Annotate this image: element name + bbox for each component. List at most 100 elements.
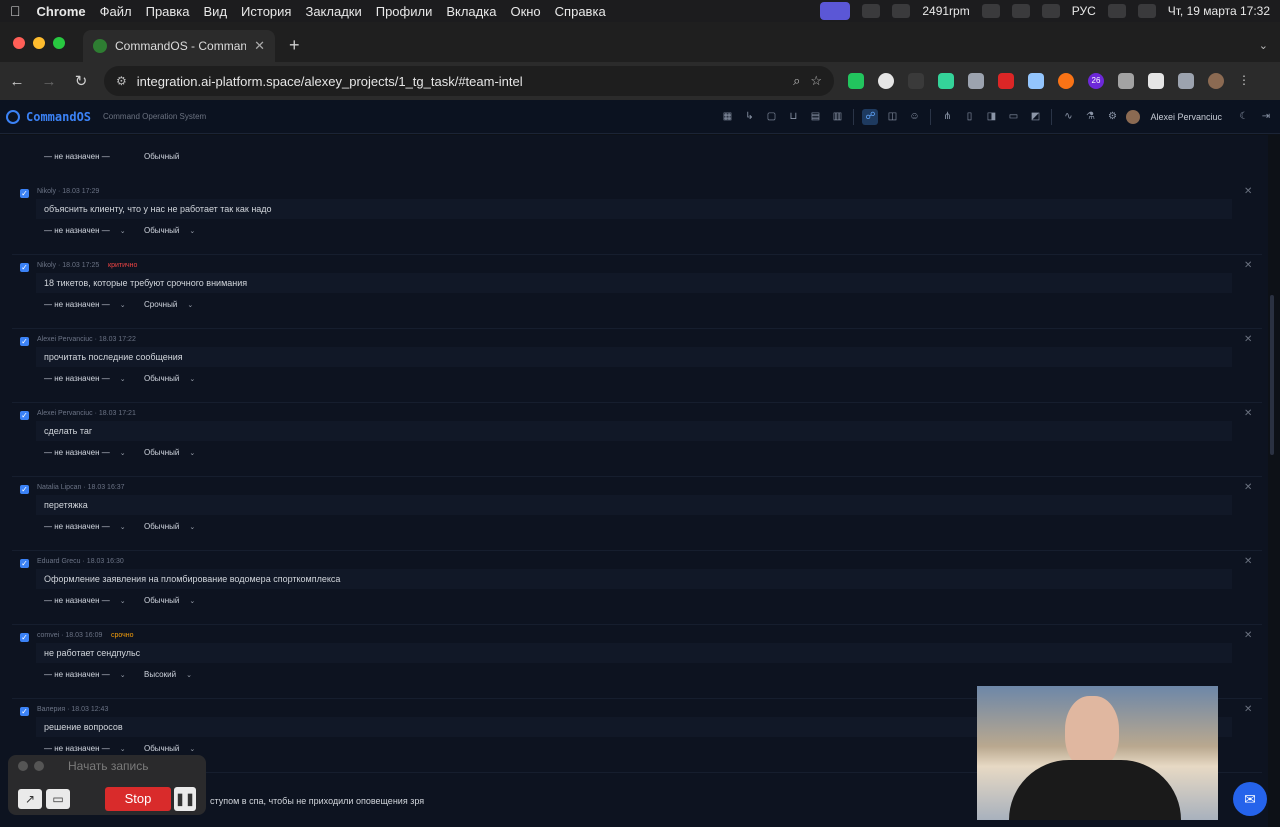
assignee-dropdown[interactable]: — не назначен — ⌄	[44, 596, 126, 610]
zoom-window-button[interactable]	[53, 37, 65, 49]
settings-icon[interactable]: ⚙	[1104, 109, 1120, 125]
delete-task-icon[interactable]: ✕	[1244, 482, 1252, 493]
menu-app-name[interactable]: Chrome	[37, 4, 86, 19]
task-checkbox[interactable]: ✓	[20, 559, 29, 568]
fan-rpm-readout[interactable]: 2491rpm	[922, 4, 969, 18]
chat-extension-icon[interactable]	[878, 73, 894, 89]
minimize-window-button[interactable]	[33, 37, 45, 49]
menu-window[interactable]: Окно	[510, 4, 540, 19]
s-extension-icon[interactable]	[998, 73, 1014, 89]
priority-dropdown[interactable]: Срочный ⌄	[144, 300, 193, 314]
menu-help[interactable]: Справка	[555, 4, 606, 19]
user-name[interactable]: Alexei Pervanciuc	[1150, 112, 1222, 122]
menu-tab[interactable]: Вкладка	[446, 4, 496, 19]
input-language[interactable]: РУС	[1072, 4, 1096, 18]
tray-cube-icon[interactable]	[862, 4, 881, 18]
tray-feather-icon[interactable]	[892, 4, 911, 18]
assignee-dropdown[interactable]: — не назначен — ⌄	[44, 522, 126, 536]
assignee-dropdown[interactable]: — не назначен — ⌄	[44, 300, 126, 314]
control-center-icon[interactable]	[1137, 4, 1156, 18]
task-checkbox[interactable]: ✓	[20, 633, 29, 642]
site-info-icon[interactable]: ⚙	[116, 74, 127, 88]
p-extension-icon[interactable]	[1148, 73, 1164, 89]
theme-moon-icon[interactable]: ☾	[1236, 109, 1252, 125]
task-text[interactable]: прочитать последние сообщения	[36, 347, 1232, 367]
recorder-minimize-button[interactable]	[34, 761, 44, 771]
calendar-icon[interactable]: ▤	[807, 109, 823, 125]
menu-profiles[interactable]: Профили	[376, 4, 433, 19]
folder-extension-icon[interactable]	[1118, 73, 1134, 89]
note-icon[interactable]: ▢	[763, 109, 779, 125]
delete-task-icon[interactable]: ✕	[1244, 186, 1252, 197]
assignee-dropdown[interactable]: — не назначен — ⌄	[44, 448, 126, 462]
pause-button[interactable]: ❚❚	[174, 787, 196, 811]
task-row[interactable]: ✓ Nikoly · 18.03 17:25 критично 18 тикетов,…	[12, 255, 1262, 329]
archive-icon[interactable]: ▭	[1005, 109, 1021, 125]
assignee-dropdown[interactable]: — не назначен — ⌄	[44, 226, 126, 240]
assignee-dropdown[interactable]: — не назначен —	[44, 152, 110, 161]
profile-avatar[interactable]	[1208, 73, 1224, 89]
menu-file[interactable]: Файл	[100, 4, 132, 19]
shield-blue-extension-icon[interactable]	[1028, 73, 1044, 89]
task-checkbox[interactable]: ✓	[20, 189, 29, 198]
menu-view[interactable]: Вид	[204, 4, 228, 19]
task-checkbox[interactable]: ✓	[20, 263, 29, 272]
task-row[interactable]: ✓ Nikoly · 18.03 17:29 объяснить клиенту, …	[12, 181, 1262, 255]
clock[interactable]: Чт, 19 марта 17:32	[1168, 4, 1270, 18]
screen-record-icon[interactable]	[820, 2, 851, 20]
chat-button[interactable]: ✉	[1233, 782, 1267, 816]
priority-dropdown[interactable]: Обычный ⌄	[144, 596, 195, 610]
cart-icon[interactable]: ⊔	[785, 109, 801, 125]
zoom-search-icon[interactable]: ⌕	[793, 73, 800, 89]
battery-icon[interactable]	[1107, 4, 1126, 18]
forward-icon[interactable]: →	[40, 73, 58, 90]
task-checkbox[interactable]: ✓	[20, 485, 29, 494]
close-window-button[interactable]	[13, 37, 25, 49]
task-text[interactable]: объяснить клиенту, что у нас не работает…	[36, 199, 1232, 219]
network-icon[interactable]: ⋔	[939, 109, 955, 125]
back-icon[interactable]: ←	[8, 73, 26, 90]
delete-task-icon[interactable]: ✕	[1244, 408, 1252, 419]
menu-edit[interactable]: Правка	[146, 4, 190, 19]
task-text[interactable]: Оформление заявления на пломбирование во…	[36, 569, 1232, 589]
close-tab-icon[interactable]: ✕	[254, 38, 265, 54]
disk-extension-icon[interactable]	[968, 73, 984, 89]
task-checkbox[interactable]: ✓	[20, 411, 29, 420]
browser-menu-icon[interactable]: ⋮	[1238, 73, 1254, 89]
display-icon[interactable]	[1011, 4, 1030, 18]
delete-task-icon[interactable]: ✕	[1244, 704, 1252, 715]
menu-bookmarks[interactable]: Закладки	[305, 4, 361, 19]
bolt-icon[interactable]	[981, 4, 1000, 18]
task-row[interactable]: ✓ Eduard Grecu · 18.03 16:30 Оформление за…	[12, 551, 1262, 625]
task-text[interactable]: не работает сендпульс	[36, 643, 1232, 663]
assignee-dropdown[interactable]: — не назначен — ⌄	[44, 670, 126, 684]
assignee-dropdown[interactable]: — не назначен — ⌄	[44, 374, 126, 388]
app-brand[interactable]: CommandOS	[26, 110, 91, 124]
grid-icon[interactable]: ▦	[719, 109, 735, 125]
tab-search-chevron-icon[interactable]: ⌄	[1259, 39, 1268, 52]
task-text[interactable]: 18 тикетов, которые требуют срочного вни…	[36, 273, 1232, 293]
document-icon[interactable]: ▥	[829, 109, 845, 125]
priority-dropdown[interactable]: Обычный ⌄	[144, 448, 195, 462]
shield-extension-icon[interactable]	[848, 73, 864, 89]
select-tool-icon[interactable]: ↗	[18, 789, 42, 809]
task-text[interactable]: перетяжка	[36, 495, 1232, 515]
burst-extension-icon[interactable]	[1058, 73, 1074, 89]
green-extension-icon[interactable]	[938, 73, 954, 89]
delete-task-icon[interactable]: ✕	[1244, 260, 1252, 271]
delete-task-icon[interactable]: ✕	[1244, 334, 1252, 345]
extensions-puzzle-icon[interactable]	[1178, 73, 1194, 89]
apple-icon[interactable]: 	[10, 3, 21, 19]
avatar[interactable]	[1126, 109, 1141, 124]
task-text[interactable]: сделать таг	[36, 421, 1232, 441]
route-icon[interactable]: ↳	[741, 109, 757, 125]
image-icon[interactable]: ◩	[1027, 109, 1043, 125]
bot-icon[interactable]: ◫	[884, 109, 900, 125]
browser-tab-active[interactable]: CommandOS - Command Op ✕	[83, 30, 275, 62]
task-row[interactable]: ✓ Natalia Lipcan · 18.03 16:37 перетяжка ✕ —…	[12, 477, 1262, 551]
bookmark-star-icon[interactable]: ☆	[810, 73, 822, 89]
window-capture-icon[interactable]: ▭	[46, 789, 70, 809]
address-bar[interactable]: ⚙ integration.ai-platform.space/alexey_p…	[104, 66, 834, 96]
task-checkbox[interactable]: ✓	[20, 707, 29, 716]
task-row[interactable]: ✓ Alexei Pervanciuc · 18.03 17:22 прочитат…	[12, 329, 1262, 403]
